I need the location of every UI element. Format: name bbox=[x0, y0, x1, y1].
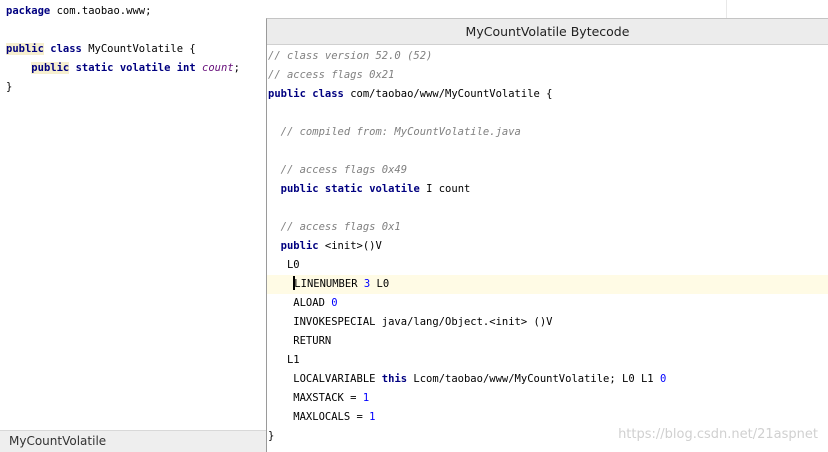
bytecode-token: L0 bbox=[268, 259, 300, 271]
bytecode-token bbox=[268, 183, 281, 195]
right-margin-guide bbox=[726, 0, 727, 18]
bytecode-line: LOCALVARIABLE this Lcom/taobao/www/MyCou… bbox=[267, 370, 666, 389]
bytecode-token: RETURN bbox=[268, 335, 332, 347]
bytecode-token: public bbox=[280, 240, 319, 252]
code-token: static bbox=[75, 62, 114, 74]
bytecode-token: 1 bbox=[362, 392, 370, 404]
bytecode-line: INVOKESPECIAL java/lang/Object.<init> ()… bbox=[267, 313, 552, 332]
code-token: public bbox=[31, 62, 70, 74]
bytecode-token: // access flags 0x1 bbox=[268, 221, 401, 233]
code-token: class bbox=[50, 43, 82, 55]
bytecode-line bbox=[267, 199, 268, 218]
bytecode-line: public <init>()V bbox=[267, 237, 382, 256]
code-token: ; bbox=[233, 62, 240, 74]
bytecode-line bbox=[267, 142, 268, 161]
code-token: public bbox=[6, 43, 44, 55]
code-line: } bbox=[0, 78, 12, 97]
bytecode-line: MAXSTACK = 1 bbox=[267, 389, 369, 408]
bytecode-token: INVOKESPECIAL java/lang/Object.<init> ()… bbox=[268, 316, 553, 328]
bytecode-token: // access flags 0x21 bbox=[268, 69, 395, 81]
bytecode-token: ALOAD bbox=[268, 297, 332, 309]
code-token: com.taobao.www; bbox=[50, 5, 152, 17]
code-token: MyCountVolatile { bbox=[81, 43, 196, 55]
bytecode-token: L1 bbox=[268, 354, 300, 366]
bytecode-token: } bbox=[268, 430, 275, 442]
code-token: package bbox=[6, 5, 51, 17]
bytecode-token: Lcom/taobao/www/MyCountVolatile; L0 L1 bbox=[407, 373, 660, 385]
bytecode-line: L1 bbox=[267, 351, 300, 370]
bytecode-token: 0 bbox=[659, 373, 667, 385]
bytecode-line: ALOAD 0 bbox=[267, 294, 338, 313]
bytecode-token: // class version 52.0 (52) bbox=[268, 50, 433, 62]
bytecode-line: LINENUMBER 3 L0 bbox=[267, 275, 828, 294]
code-line: public static volatile int count; bbox=[0, 59, 240, 78]
bytecode-token: L0 bbox=[370, 278, 390, 290]
bytecode-token: com/taobao/www/MyCountVolatile { bbox=[343, 88, 553, 100]
watermark: https://blog.csdn.net/21aspnet bbox=[618, 427, 818, 442]
bytecode-token: class bbox=[312, 88, 344, 100]
bytecode-popup[interactable]: MyCountVolatile Bytecode // class versio… bbox=[266, 18, 828, 452]
code-token: } bbox=[6, 81, 13, 93]
bytecode-token: static bbox=[324, 183, 363, 195]
bytecode-token: 0 bbox=[331, 297, 338, 309]
code-line: package com.taobao.www; bbox=[0, 2, 151, 21]
bytecode-token bbox=[268, 240, 281, 252]
bytecode-line: RETURN bbox=[267, 332, 331, 351]
editor-tab[interactable]: MyCountVolatile bbox=[0, 430, 266, 452]
bytecode-line: L0 bbox=[267, 256, 300, 275]
bytecode-line: public static volatile I count bbox=[267, 180, 471, 199]
bytecode-token: MAXSTACK = bbox=[268, 392, 363, 404]
bytecode-token: MAXLOCALS = bbox=[268, 411, 370, 423]
bytecode-line: MAXLOCALS = 1 bbox=[267, 408, 375, 427]
bytecode-token: public bbox=[280, 183, 319, 195]
code-token: volatile bbox=[119, 62, 171, 74]
bytecode-token: I count bbox=[419, 183, 471, 195]
bytecode-line: } bbox=[267, 427, 274, 446]
bytecode-popup-title-bar[interactable]: MyCountVolatile Bytecode bbox=[267, 19, 828, 45]
bytecode-line: // class version 52.0 (52) bbox=[267, 47, 432, 66]
bytecode-token: volatile bbox=[369, 183, 420, 195]
bytecode-line: // access flags 0x49 bbox=[267, 161, 407, 180]
source-editor[interactable]: package com.taobao.www; public class MyCo… bbox=[0, 0, 266, 430]
bytecode-token: <init>()V bbox=[318, 240, 382, 252]
bytecode-line bbox=[267, 104, 268, 123]
bytecode-token: LINENUMBER bbox=[294, 278, 364, 290]
editor-tab-label: MyCountVolatile bbox=[9, 434, 107, 448]
bytecode-token: this bbox=[381, 373, 408, 385]
bytecode-line: public class com/taobao/www/MyCountVolat… bbox=[267, 85, 553, 104]
bytecode-token bbox=[268, 278, 293, 290]
bytecode-token: // access flags 0x49 bbox=[268, 164, 408, 176]
code-line: public class MyCountVolatile { bbox=[0, 40, 196, 59]
bytecode-line: // access flags 0x1 bbox=[267, 218, 401, 237]
code-token: count bbox=[202, 62, 234, 74]
bytecode-token: public bbox=[268, 88, 306, 100]
bytecode-line: // access flags 0x21 bbox=[267, 66, 394, 85]
bytecode-popup-title: MyCountVolatile Bytecode bbox=[465, 24, 630, 39]
bytecode-token: // compiled from: MyCountVolatile.java bbox=[268, 126, 521, 138]
bytecode-token: LOCALVARIABLE bbox=[268, 373, 382, 385]
code-token: int bbox=[176, 62, 196, 74]
bytecode-token: 1 bbox=[369, 411, 376, 423]
bytecode-line: // compiled from: MyCountVolatile.java bbox=[267, 123, 521, 142]
